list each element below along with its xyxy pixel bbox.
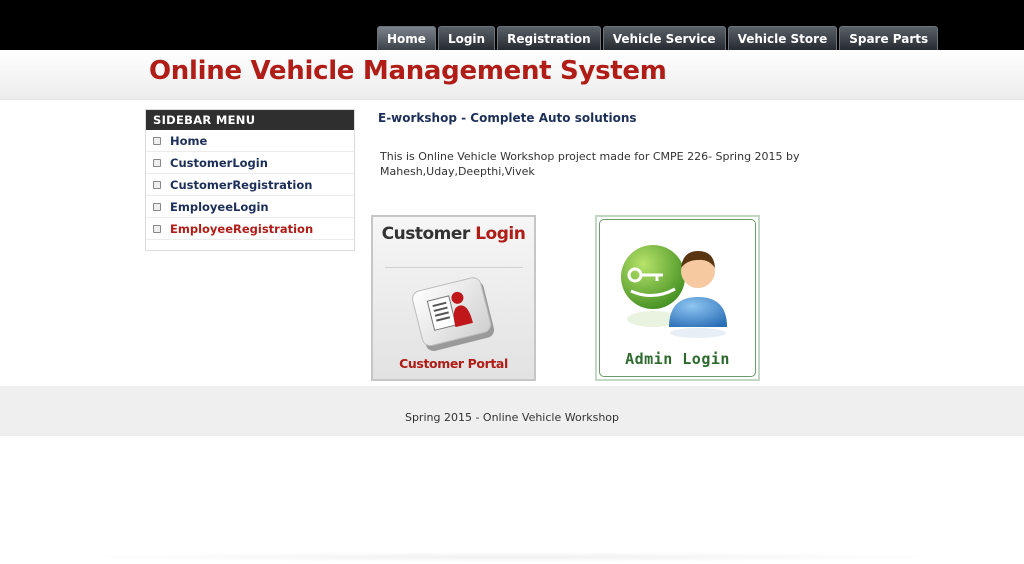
customer-key-icon	[412, 277, 495, 351]
project-description: This is Online Vehicle Workshop project …	[380, 150, 800, 178]
content-title: E-workshop - Complete Auto solutions	[378, 111, 637, 125]
bullet-icon	[153, 180, 161, 189]
customer-login-title: Customer Login	[381, 224, 526, 244]
bullet-icon	[153, 158, 161, 167]
sidebar-item-label: EmployeeLogin	[170, 199, 269, 214]
divider	[385, 267, 523, 268]
admin-login-card[interactable]: Admin Login	[595, 215, 760, 381]
sidebar-item-label: Home	[170, 133, 208, 148]
customer-login-card[interactable]: Customer Login Customer Portal	[371, 215, 536, 381]
sidebar: SIDEBAR MENU Home CustomerLogin Customer…	[145, 109, 355, 251]
bullet-icon	[153, 224, 161, 233]
nav-spare-parts[interactable]: Spare Parts	[839, 26, 939, 50]
nav-registration[interactable]: Registration	[497, 26, 601, 50]
footer-text: Spring 2015 - Online Vehicle Workshop	[404, 411, 620, 424]
sidebar-item-label: CustomerLogin	[170, 155, 268, 170]
sidebar-item-home[interactable]: Home	[146, 130, 354, 152]
sidebar-item-employee-login[interactable]: EmployeeLogin	[146, 196, 354, 218]
top-bar: Home Login Registration Vehicle Service …	[0, 0, 1024, 50]
main-nav: Home Login Registration Vehicle Service …	[377, 26, 940, 50]
sidebar-item-employee-registration[interactable]: EmployeeRegistration	[146, 218, 354, 240]
sidebar-item-customer-registration[interactable]: CustomerRegistration	[146, 174, 354, 196]
admin-user-key-icon	[621, 245, 727, 338]
sidebar-heading: SIDEBAR MENU	[146, 110, 354, 130]
site-header: Online Vehicle Management System	[0, 50, 1024, 100]
page-bottom-shadow	[60, 552, 964, 562]
nav-home[interactable]: Home	[377, 26, 436, 50]
sidebar-item-customer-login[interactable]: CustomerLogin	[146, 152, 354, 174]
nav-vehicle-store[interactable]: Vehicle Store	[727, 26, 838, 50]
sidebar-item-label: CustomerRegistration	[170, 177, 313, 192]
sidebar-item-label: EmployeeRegistration	[170, 221, 314, 236]
footer: Spring 2015 - Online Vehicle Workshop	[0, 386, 1024, 436]
bullet-icon	[153, 136, 161, 145]
nav-vehicle-service[interactable]: Vehicle Service	[602, 26, 726, 50]
admin-login-label: Admin Login	[625, 350, 730, 368]
site-title: Online Vehicle Management System	[149, 56, 667, 86]
customer-portal-label: Customer Portal	[399, 356, 508, 371]
nav-login[interactable]: Login	[437, 26, 496, 50]
bullet-icon	[153, 202, 161, 211]
